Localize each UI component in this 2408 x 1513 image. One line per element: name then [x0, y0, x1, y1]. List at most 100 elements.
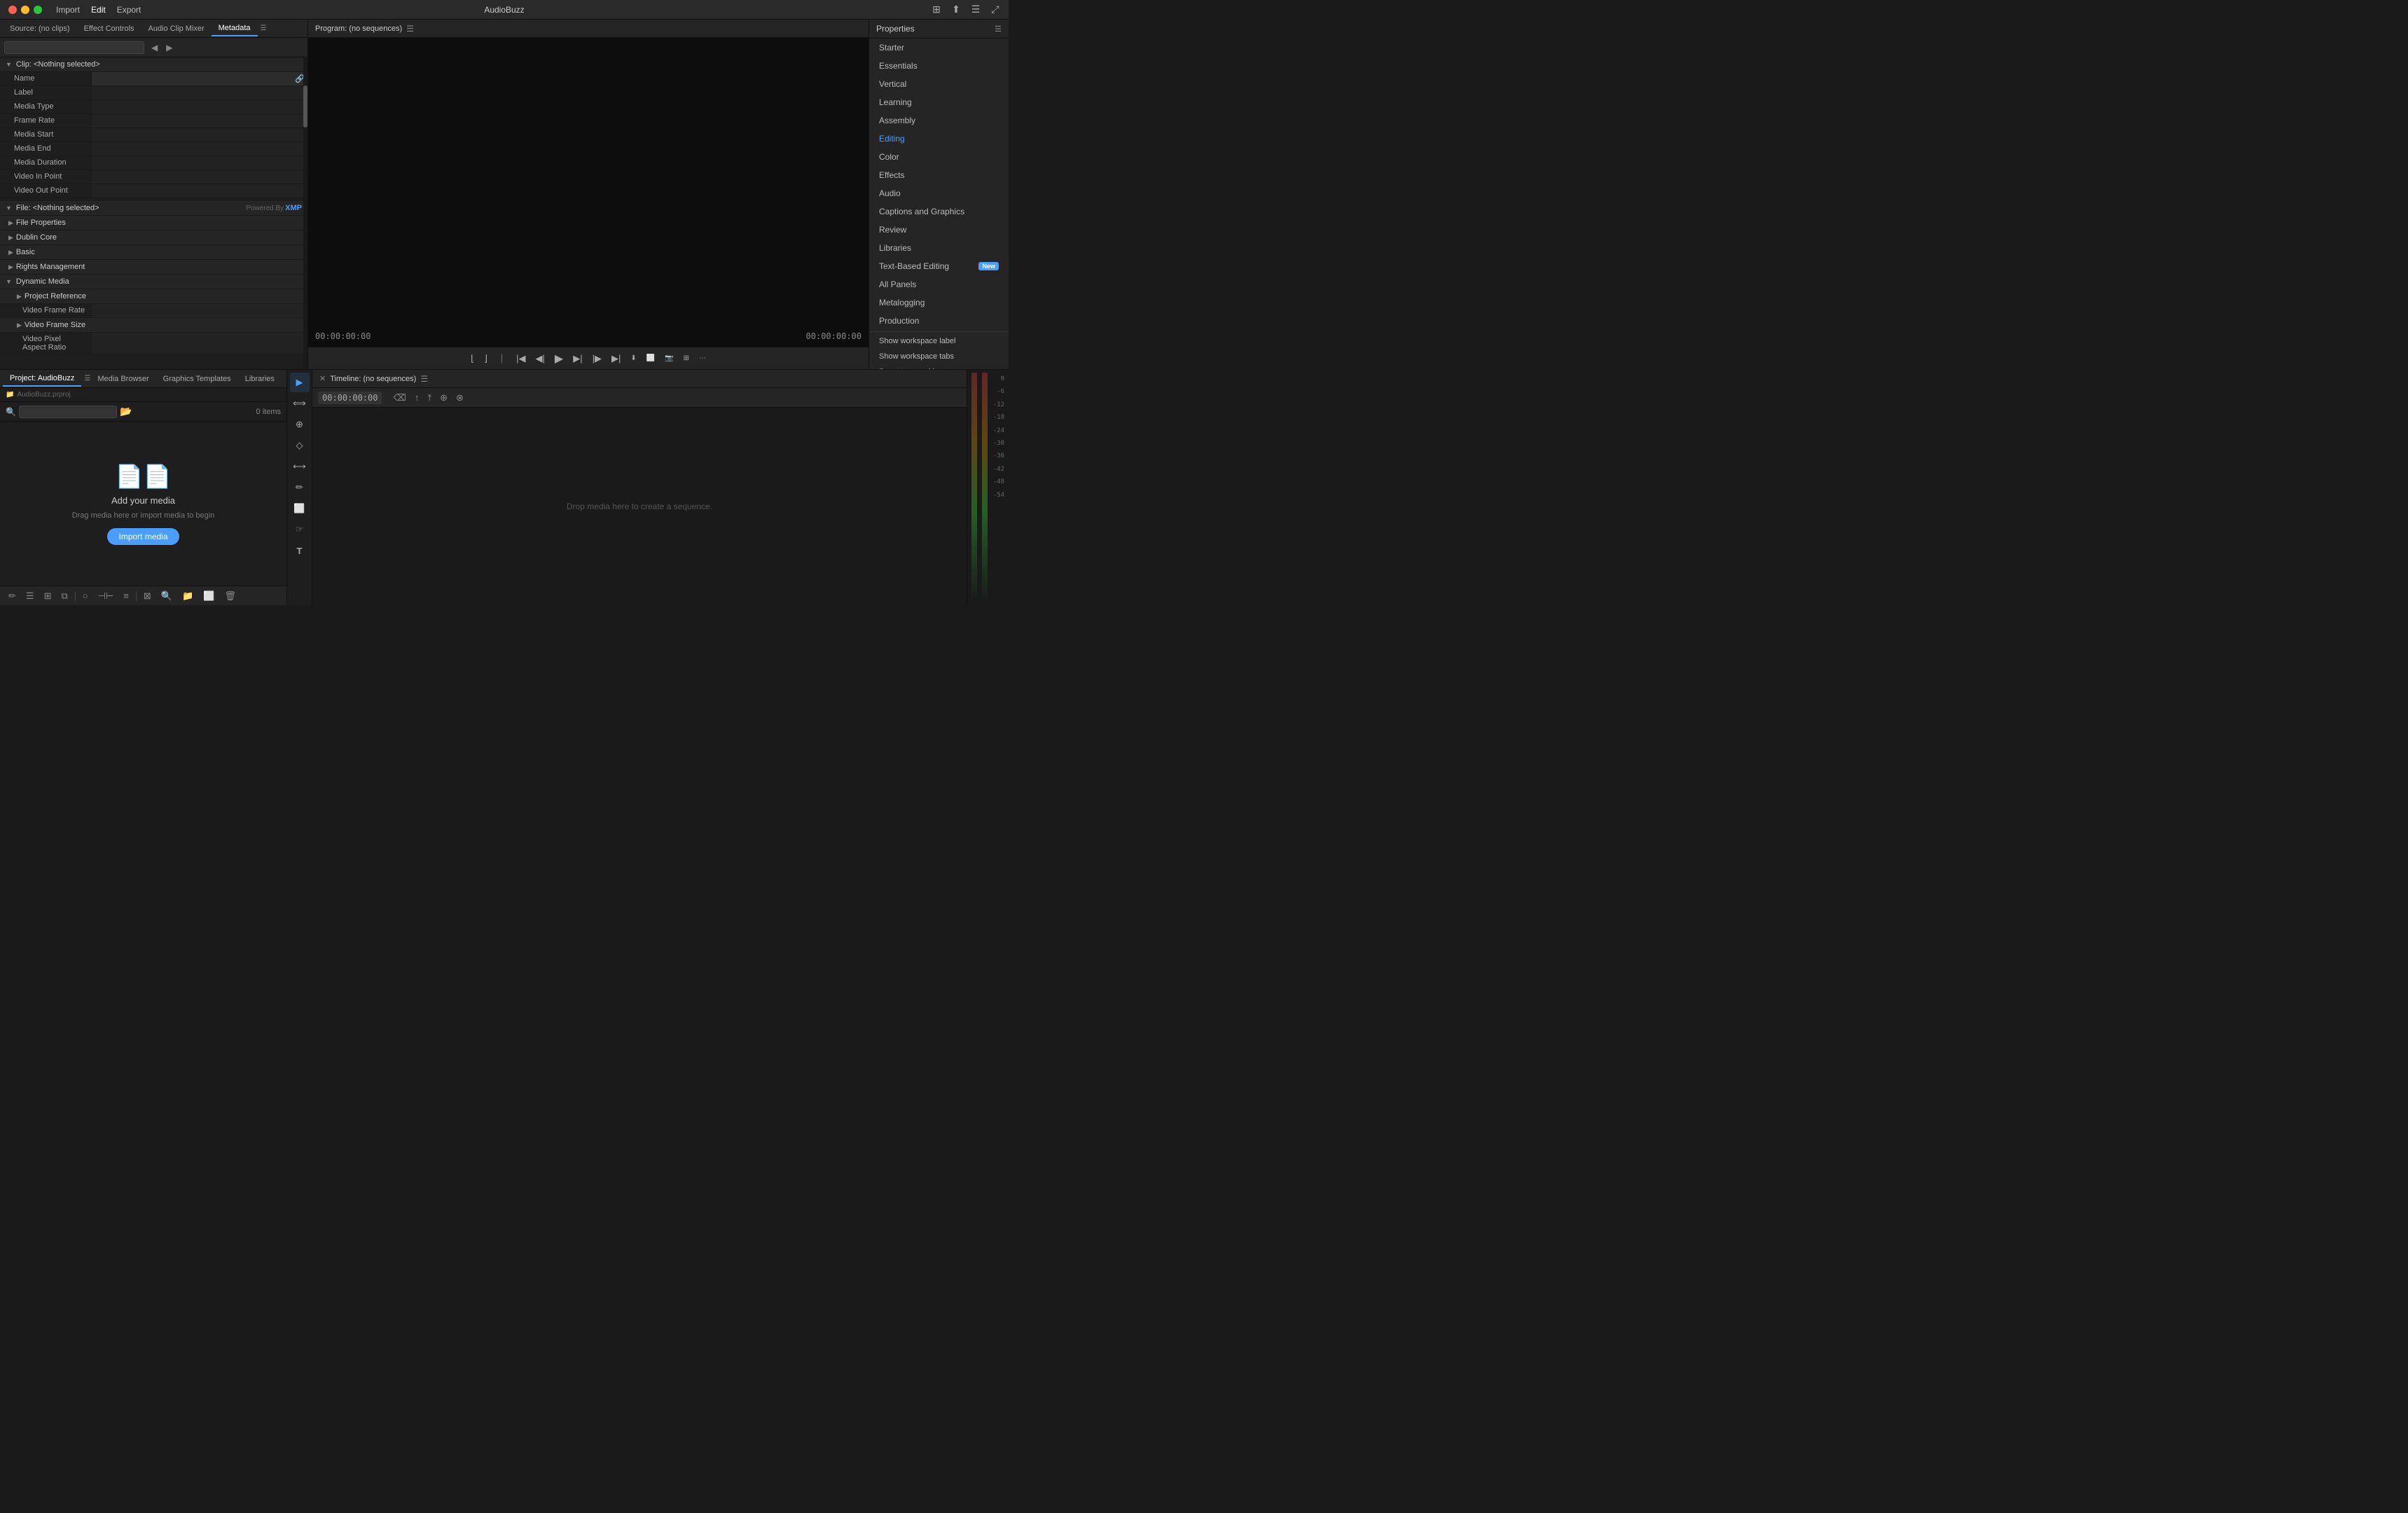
- workspace-assembly[interactable]: Assembly: [869, 111, 1009, 130]
- list-view-button[interactable]: ☰: [23, 589, 37, 603]
- play-button[interactable]: ▶: [552, 350, 566, 367]
- hand-tool-button[interactable]: ☞: [290, 520, 310, 539]
- workspace-all-panels[interactable]: All Panels: [869, 275, 1009, 293]
- step-back-button[interactable]: ◀|: [533, 352, 548, 366]
- mark-in-button[interactable]: ⌊: [468, 352, 477, 366]
- mark-clip-button[interactable]: ｜: [494, 350, 509, 366]
- razor-tool-button[interactable]: ◇: [290, 436, 310, 455]
- automate-button[interactable]: ○: [80, 589, 91, 602]
- play-forward-button[interactable]: ▶|: [570, 352, 585, 366]
- workspace-editing[interactable]: Editing: [869, 130, 1009, 148]
- select-tool-button[interactable]: ▶: [290, 373, 310, 392]
- workspace-production[interactable]: Production: [869, 312, 1009, 330]
- fit-button[interactable]: ⊠: [141, 589, 154, 603]
- program-menu-icon[interactable]: ☰: [406, 24, 414, 34]
- menu-export[interactable]: Export: [117, 5, 141, 15]
- tab-source[interactable]: Source: (no clips): [3, 22, 77, 36]
- project-tab-menu-icon[interactable]: ☰: [84, 375, 90, 382]
- sub-section-project-reference[interactable]: ▶ Project Reference: [0, 289, 307, 304]
- import-media-button[interactable]: Import media: [107, 528, 179, 545]
- workspace-vertical[interactable]: Vertical: [869, 75, 1009, 93]
- properties-menu-icon[interactable]: ☰: [995, 25, 1002, 34]
- screen-icon[interactable]: ⊞: [930, 3, 943, 15]
- metadata-menu-icon[interactable]: ☰: [261, 25, 267, 32]
- workspace-text-based-editing[interactable]: Text-Based Editing New: [869, 257, 1009, 275]
- nested-view-button[interactable]: ⧉: [58, 589, 70, 603]
- step-forward-button[interactable]: |▶: [590, 352, 604, 366]
- workspace-audio[interactable]: Audio: [869, 184, 1009, 202]
- action-reset-layout[interactable]: Reset to saved layout: [869, 364, 1009, 369]
- overwrite-button[interactable]: ⬜: [644, 353, 658, 364]
- workspace-review[interactable]: Review: [869, 221, 1009, 239]
- tab-metadata[interactable]: Metadata: [212, 21, 258, 36]
- timeline-ripple-delete[interactable]: ⌫: [390, 391, 408, 405]
- ripple-tool-button[interactable]: ⟺: [290, 394, 310, 413]
- tab-media-browser[interactable]: Media Browser: [90, 372, 155, 386]
- value-name[interactable]: 🔗: [91, 72, 307, 85]
- action-show-label[interactable]: Show workspace label: [869, 333, 1009, 349]
- search-prev-button[interactable]: ◀: [148, 41, 160, 54]
- menu-import[interactable]: Import: [56, 5, 80, 15]
- new-folder-button[interactable]: 📁: [179, 589, 196, 603]
- export-frame-button[interactable]: 📷: [662, 353, 676, 364]
- pen-tool-button[interactable]: ✏: [290, 478, 310, 497]
- expand-icon[interactable]: ⤢: [989, 3, 1002, 15]
- workspace-effects[interactable]: Effects: [869, 166, 1009, 184]
- go-to-out-button[interactable]: ▶|: [609, 352, 623, 366]
- new-item-button[interactable]: ⬜: [200, 589, 217, 603]
- panels-icon[interactable]: ☰: [969, 3, 982, 15]
- menu-button[interactable]: ≡: [120, 589, 132, 602]
- workspace-captions[interactable]: Captions and Graphics: [869, 202, 1009, 221]
- clip-section-header[interactable]: ▼ Clip: <Nothing selected>: [0, 57, 307, 72]
- insert-button[interactable]: ⬇: [628, 353, 639, 364]
- close-button[interactable]: [8, 6, 17, 14]
- file-section-header[interactable]: ▼ File: <Nothing selected> Powered By XM…: [0, 201, 307, 216]
- slip-tool-button[interactable]: ⟷: [290, 457, 310, 476]
- delete-button[interactable]: 🗑: [221, 589, 239, 603]
- maximize-button[interactable]: [34, 6, 42, 14]
- export-icon[interactable]: ⬆: [950, 3, 962, 15]
- tab-graphics-templates[interactable]: Graphics Templates: [156, 372, 238, 386]
- timeline-extract[interactable]: ⤒: [424, 391, 434, 405]
- shape-tool-button[interactable]: ⬜: [290, 499, 310, 518]
- pencil-tool-button[interactable]: ✏: [6, 589, 19, 603]
- sub-section-dublin-core[interactable]: ▶ Dublin Core: [0, 230, 307, 245]
- project-search-input[interactable]: [19, 406, 117, 418]
- new-bin-button[interactable]: 📂: [117, 406, 134, 417]
- tab-libraries[interactable]: Libraries: [238, 372, 282, 386]
- button15[interactable]: ⋯: [696, 353, 709, 364]
- tab-project[interactable]: Project: AudioBuzz: [3, 371, 81, 387]
- timeline-add-edit[interactable]: ⊕: [437, 391, 450, 405]
- tab-effect-controls[interactable]: Effect Controls: [77, 22, 141, 36]
- timeline-lift[interactable]: ↑: [412, 391, 422, 404]
- timeline-menu-icon[interactable]: ☰: [420, 374, 428, 384]
- timeline-razor-all[interactable]: ⊗: [453, 391, 466, 405]
- sub-section-basic[interactable]: ▶ Basic: [0, 245, 307, 260]
- workspace-learning[interactable]: Learning: [869, 93, 1009, 111]
- workspace-essentials[interactable]: Essentials: [869, 57, 1009, 75]
- sub-section-vfs[interactable]: ▶ Video Frame Size: [0, 318, 307, 333]
- action-show-tabs[interactable]: Show workspace tabs: [869, 349, 1009, 364]
- workspace-libraries[interactable]: Libraries: [869, 239, 1009, 257]
- search-next-button[interactable]: ▶: [163, 41, 175, 54]
- go-to-in-button[interactable]: |◀: [513, 352, 528, 366]
- workspace-metalogging[interactable]: Metalogging: [869, 293, 1009, 312]
- frame-view-button[interactable]: ⊞: [41, 589, 55, 603]
- sub-section-rights[interactable]: ▶ Rights Management: [0, 260, 307, 275]
- tab-audio-clip-mixer[interactable]: Audio Clip Mixer: [141, 22, 212, 36]
- button14[interactable]: ⊞: [681, 353, 692, 364]
- metadata-search-input[interactable]: [4, 41, 144, 54]
- timeline-close-button[interactable]: ✕: [319, 374, 326, 383]
- sub-section-file-properties[interactable]: ▶ File Properties: [0, 216, 307, 230]
- menu-edit[interactable]: Edit: [91, 5, 106, 15]
- dynamic-media-header[interactable]: ▼ Dynamic Media: [0, 275, 307, 289]
- metadata-scrollbar[interactable]: [303, 57, 307, 369]
- workspace-starter[interactable]: Starter: [869, 39, 1009, 57]
- minimize-button[interactable]: [21, 6, 29, 14]
- workspace-color[interactable]: Color: [869, 148, 1009, 166]
- mark-out-button[interactable]: ⌋: [481, 352, 490, 366]
- text-tool-button[interactable]: T: [290, 541, 310, 560]
- find-button[interactable]: 🔍: [158, 589, 175, 603]
- zoom-tool-button[interactable]: ⊕: [290, 415, 310, 434]
- slider-button[interactable]: ⊣⊢: [95, 589, 117, 603]
